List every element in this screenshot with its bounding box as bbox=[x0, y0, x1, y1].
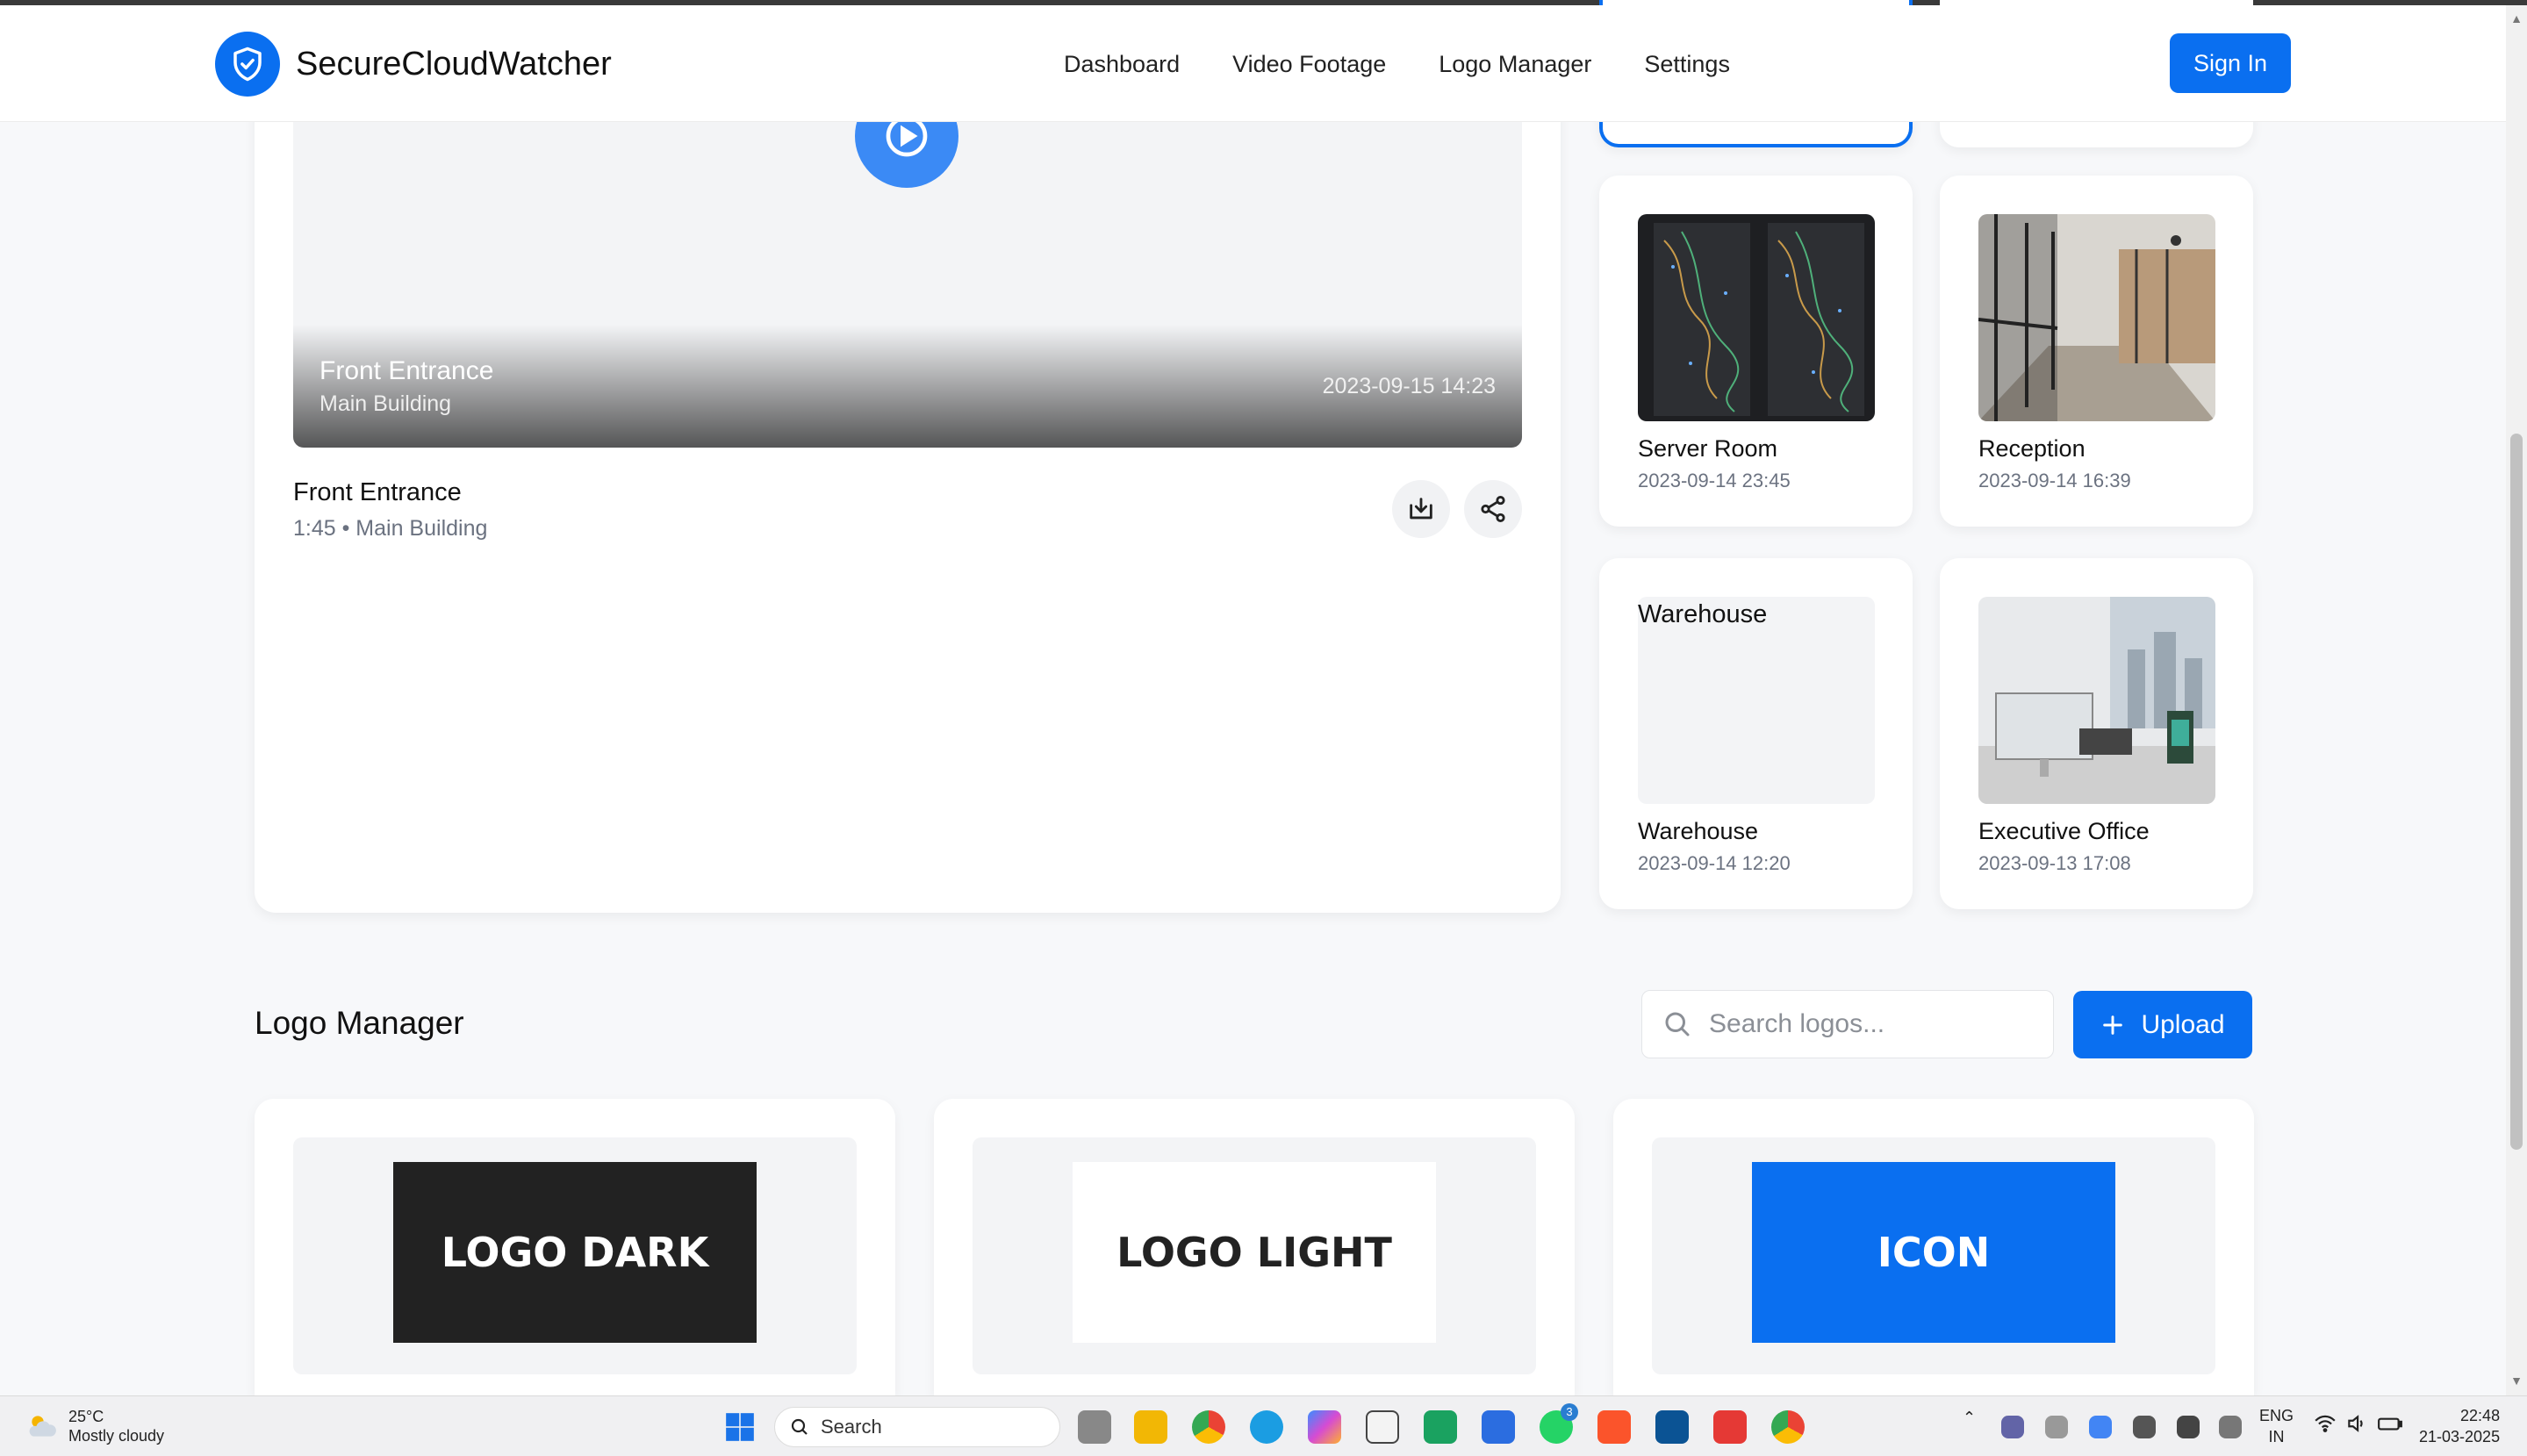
app-header: SecureCloudWatcher Dashboard Video Foota… bbox=[0, 5, 2506, 122]
search-icon bbox=[791, 1418, 808, 1435]
upload-label: Upload bbox=[2141, 1009, 2225, 1039]
lang-region: IN bbox=[2268, 1428, 2285, 1445]
lang-primary: ENG bbox=[2259, 1407, 2294, 1424]
video-title: Front Entrance bbox=[293, 478, 462, 506]
logo-preview: LOGO LIGHT bbox=[973, 1137, 1536, 1374]
overlay-timestamp: 2023-09-15 14:23 bbox=[1322, 374, 1496, 398]
thumbnail-card-executive-office[interactable]: Executive Office 2023-09-13 17:08 bbox=[1940, 558, 2253, 909]
scroll-up-arrow-icon[interactable]: ▲ bbox=[2510, 12, 2523, 25]
broken-image-placeholder: Warehouse bbox=[1638, 597, 1875, 804]
nav-logo-manager[interactable]: Logo Manager bbox=[1439, 51, 1591, 78]
edge-icon[interactable] bbox=[1250, 1410, 1283, 1444]
taskbar-search[interactable]: Search bbox=[774, 1407, 1060, 1447]
volume-icon[interactable] bbox=[2345, 1412, 2368, 1439]
chrome-active-icon[interactable] bbox=[1771, 1410, 1805, 1444]
main-nav: Dashboard Video Footage Logo Manager Set… bbox=[1064, 51, 1730, 78]
system-clock[interactable]: 22:48 21-03-2025 bbox=[2419, 1405, 2500, 1447]
logo-search-input[interactable] bbox=[1709, 1009, 2042, 1039]
weather-temp: 25°C bbox=[68, 1408, 104, 1425]
taskbar-search-label: Search bbox=[821, 1416, 882, 1438]
share-button[interactable] bbox=[1464, 480, 1522, 538]
chrome-icon[interactable] bbox=[1192, 1410, 1225, 1444]
plus-icon bbox=[2103, 1015, 2123, 1035]
tray-icon[interactable] bbox=[2177, 1416, 2200, 1438]
thumbnail-date: 2023-09-13 17:08 bbox=[1978, 852, 2131, 874]
logo-card[interactable]: ICON bbox=[1613, 1099, 2254, 1397]
overlay-title: Front Entrance bbox=[319, 356, 494, 385]
file-explorer-icon[interactable] bbox=[1134, 1410, 1167, 1444]
app-icon[interactable] bbox=[1655, 1410, 1689, 1444]
nav-settings[interactable]: Settings bbox=[1644, 51, 1730, 78]
tray-icon[interactable] bbox=[2089, 1416, 2112, 1438]
windows-taskbar: 25°C Mostly cloudy Search 3 ⌃ ENG IN 22:… bbox=[0, 1395, 2527, 1456]
app-icon[interactable] bbox=[1713, 1410, 1747, 1444]
language-indicator[interactable]: ENG IN bbox=[2259, 1405, 2294, 1447]
search-icon bbox=[1665, 1012, 1690, 1036]
thumbnail-image bbox=[1978, 597, 2215, 804]
thumbnail-date: 2023-09-14 12:20 bbox=[1638, 852, 1791, 874]
thumbnail-name: Reception bbox=[1978, 435, 2085, 462]
nav-dashboard[interactable]: Dashboard bbox=[1064, 51, 1180, 78]
upload-button[interactable]: Upload bbox=[2073, 991, 2252, 1058]
logo-preview: LOGO DARK bbox=[293, 1137, 857, 1374]
nav-video-footage[interactable]: Video Footage bbox=[1232, 51, 1386, 78]
thumbnail-card-warehouse[interactable]: Warehouse Warehouse 2023-09-14 12:20 bbox=[1599, 558, 1913, 909]
tray-icon[interactable] bbox=[2219, 1416, 2242, 1438]
windows-start-icon[interactable] bbox=[723, 1410, 757, 1444]
clock-date: 21-03-2025 bbox=[2419, 1428, 2501, 1445]
wifi-icon[interactable] bbox=[2314, 1412, 2337, 1439]
teams-tray-icon[interactable] bbox=[2001, 1416, 2024, 1438]
copilot-icon[interactable] bbox=[1308, 1410, 1341, 1444]
weather-condition: Mostly cloudy bbox=[68, 1427, 165, 1445]
thumbnail-image bbox=[1638, 214, 1875, 421]
whatsapp-icon[interactable]: 3 bbox=[1540, 1403, 1578, 1444]
thumbnail-image bbox=[1978, 214, 2215, 421]
task-view-icon[interactable] bbox=[1078, 1410, 1111, 1444]
broken-image-alt-text: Warehouse bbox=[1638, 600, 1768, 628]
todo-icon[interactable] bbox=[1482, 1410, 1515, 1444]
download-button[interactable] bbox=[1392, 480, 1450, 538]
thumbnail-name: Executive Office bbox=[1978, 818, 2150, 844]
tray-overflow-chevron-icon[interactable]: ⌃ bbox=[1963, 1409, 1976, 1427]
cloudy-weather-icon bbox=[29, 1416, 56, 1437]
clock-time: 22:48 bbox=[2460, 1407, 2501, 1424]
tray-icon[interactable] bbox=[2133, 1416, 2156, 1438]
scrollbar-thumb[interactable] bbox=[2510, 434, 2523, 1150]
battery-icon[interactable] bbox=[2377, 1412, 2403, 1439]
logo-card[interactable]: LOGO DARK bbox=[255, 1099, 895, 1397]
scroll-down-arrow-icon[interactable]: ▼ bbox=[2510, 1374, 2523, 1387]
video-meta: 1:45 • Main Building bbox=[293, 516, 488, 541]
app-icon[interactable] bbox=[1424, 1410, 1457, 1444]
sign-in-button[interactable]: Sign In bbox=[2170, 33, 2291, 93]
tray-icon[interactable] bbox=[2045, 1416, 2068, 1438]
share-icon bbox=[1481, 495, 1505, 523]
store-icon[interactable] bbox=[1366, 1410, 1399, 1444]
thumbnail-name: Server Room bbox=[1638, 435, 1778, 462]
download-icon bbox=[1410, 498, 1432, 520]
weather-widget[interactable]: 25°C Mostly cloudy bbox=[25, 1407, 164, 1445]
brave-icon[interactable] bbox=[1597, 1410, 1631, 1444]
logo-tile-light: LOGO LIGHT bbox=[1073, 1162, 1436, 1343]
logo-search-box[interactable] bbox=[1641, 990, 2054, 1058]
thumbnail-date: 2023-09-14 16:39 bbox=[1978, 470, 2131, 491]
thumbnail-card-server-room[interactable]: Server Room 2023-09-14 23:45 bbox=[1599, 176, 1913, 527]
logo-tile-icon: ICON bbox=[1752, 1162, 2115, 1343]
thumbnail-card-reception[interactable]: Reception 2023-09-14 16:39 bbox=[1940, 176, 2253, 527]
shield-logo-icon bbox=[215, 32, 280, 97]
brand-name: SecureCloudWatcher bbox=[296, 45, 612, 82]
logo-card[interactable]: LOGO LIGHT bbox=[934, 1099, 1575, 1397]
brand[interactable]: SecureCloudWatcher bbox=[215, 32, 612, 97]
logo-tile-dark: LOGO DARK bbox=[393, 1162, 757, 1343]
overlay-subtitle: Main Building bbox=[319, 391, 452, 416]
logo-manager-heading: Logo Manager bbox=[255, 1005, 464, 1041]
whatsapp-badge: 3 bbox=[1561, 1403, 1578, 1421]
thumbnail-date: 2023-09-14 23:45 bbox=[1638, 470, 1791, 491]
thumbnail-name: Warehouse bbox=[1638, 818, 1759, 844]
logo-preview: ICON bbox=[1652, 1137, 2215, 1374]
